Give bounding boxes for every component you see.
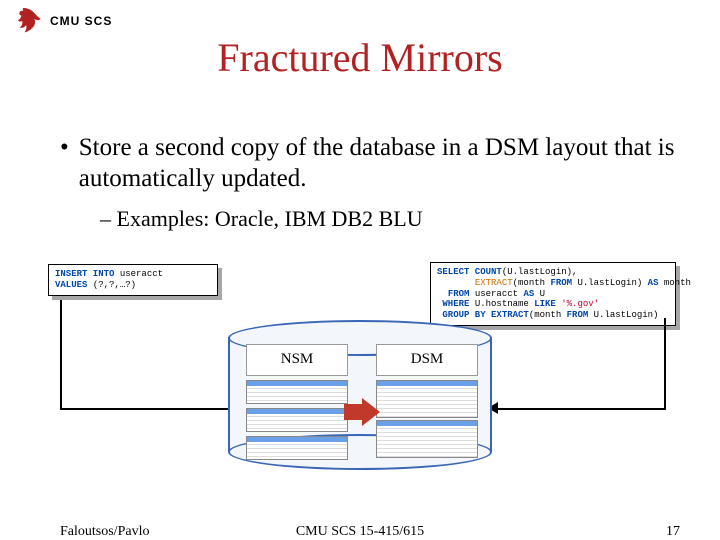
sql-insert-box: INSERT INTO useracct VALUES (?,?,…?) <box>48 264 218 296</box>
slide-title: Fractured Mirrors <box>0 34 720 81</box>
footer-course: CMU SCS 15-415/615 <box>0 524 720 540</box>
nsm-label: NSM <box>247 345 347 368</box>
nsm-pages-icon <box>246 380 348 464</box>
bullet-dot-icon: • <box>60 132 69 195</box>
flow-left <box>60 300 238 410</box>
sub-bullet-1: – Examples: Oracle, IBM DB2 BLU <box>100 205 680 233</box>
slide-header: CMU SCS <box>18 6 112 36</box>
slide-body: • Store a second copy of the database in… <box>60 132 680 232</box>
dsm-pages-icon <box>376 380 478 462</box>
flow-right <box>498 318 666 410</box>
footer-page: 17 <box>666 524 680 540</box>
sync-arrow-icon <box>344 398 380 426</box>
bullet-1-text: Store a second copy of the database in a… <box>79 132 680 195</box>
dsm-label: DSM <box>377 345 477 368</box>
dsm-panel: DSM <box>376 344 478 376</box>
bullet-1: • Store a second copy of the database in… <box>60 132 680 195</box>
dragon-icon <box>18 6 44 36</box>
nsm-panel: NSM <box>246 344 348 376</box>
sql-select-box: SELECT COUNT(U.lastLogin), EXTRACT(month… <box>430 262 676 326</box>
sub-bullet-1-text: Examples: Oracle, IBM DB2 BLU <box>117 206 423 231</box>
org-label: CMU SCS <box>50 14 112 28</box>
